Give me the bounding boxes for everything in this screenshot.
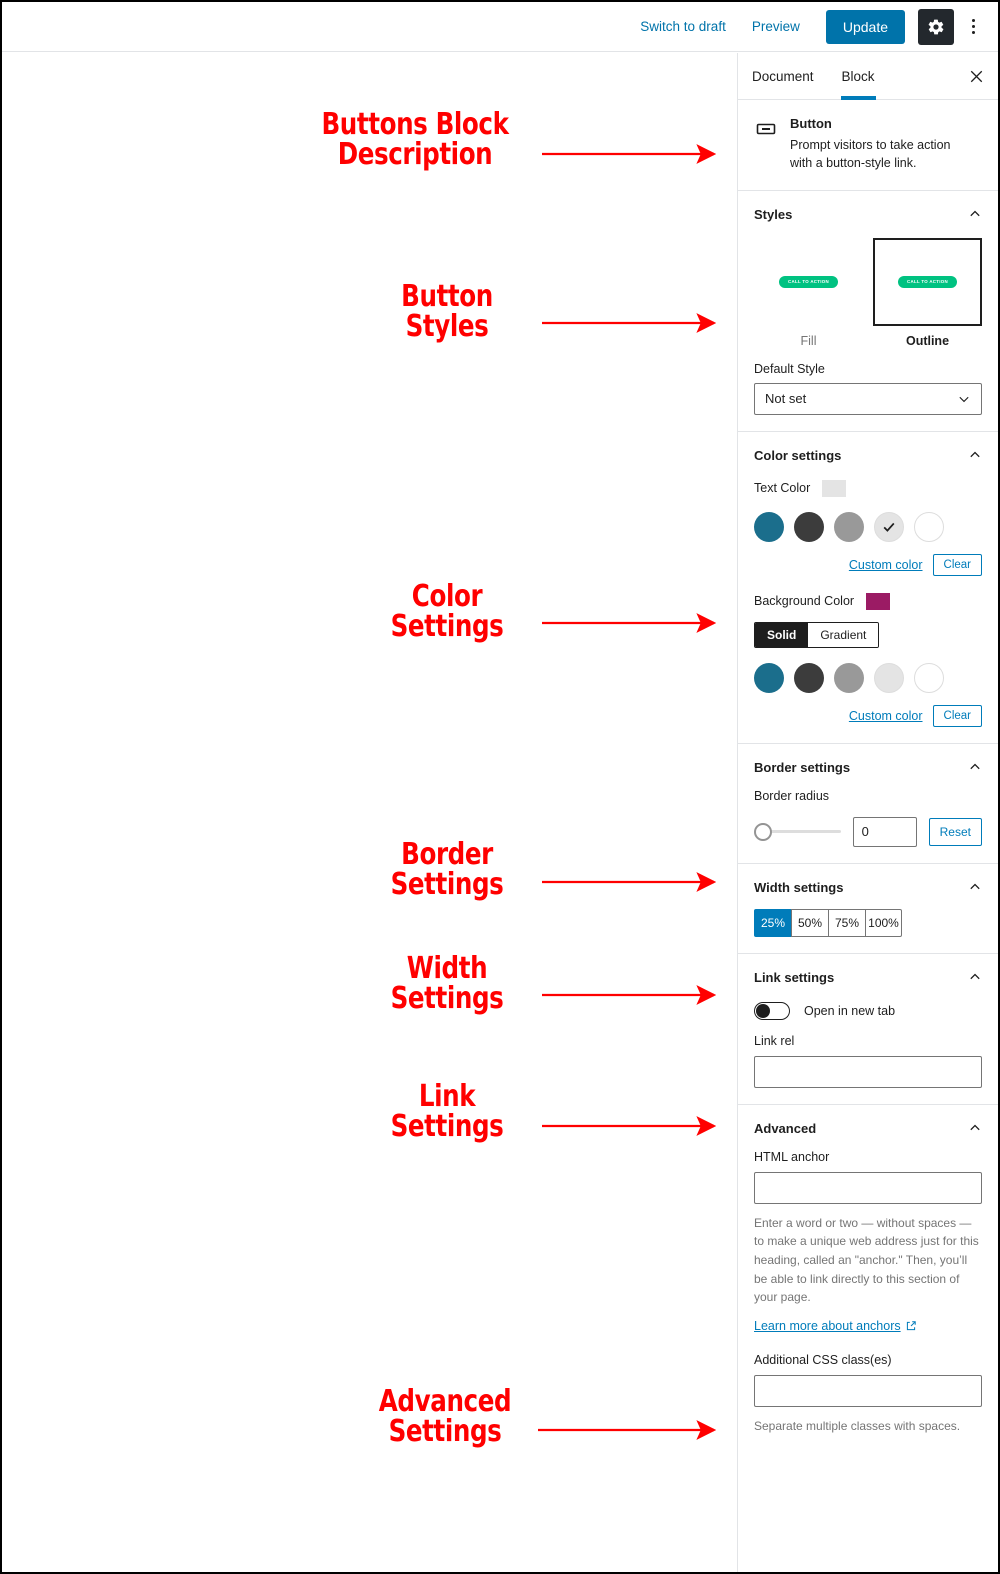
annotation-label: Link Settings	[390, 1079, 504, 1144]
annotation-buttons-block-description: Buttons Block Description	[270, 110, 560, 170]
annotation-width-settings: Width Settings	[302, 954, 592, 1014]
annotation-label: Color Settings	[390, 579, 504, 644]
annotation-label: Buttons Block Description	[321, 107, 509, 172]
annotation-label: Button Styles	[401, 279, 493, 344]
annotation-border-settings: Border Settings	[302, 840, 592, 900]
annotation-label: Border Settings	[390, 837, 504, 902]
annotation-advanced-settings: Advanced Settings	[300, 1387, 590, 1447]
annotation-link-settings: Link Settings	[302, 1082, 592, 1142]
annotation-label: Advanced Settings	[378, 1384, 512, 1449]
screenshot-root: Switch to draft Preview Update Document …	[0, 0, 1000, 1574]
annotation-button-styles: Button Styles	[302, 282, 592, 342]
annotation-color-settings: Color Settings	[302, 582, 592, 642]
annotation-arrows	[538, 144, 717, 1440]
annotation-label: Width Settings	[390, 951, 504, 1016]
